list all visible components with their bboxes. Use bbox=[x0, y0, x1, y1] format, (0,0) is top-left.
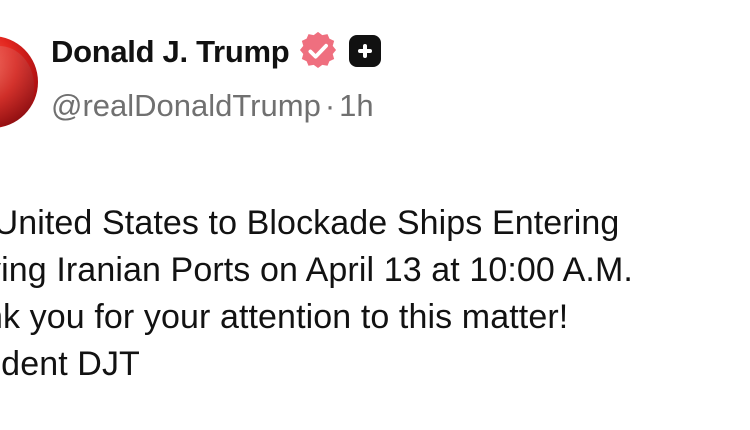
post-body-line: he United States to Blockade Ships Enter… bbox=[0, 204, 620, 242]
post-card: Donald J. Trump @realDonaldTrump · 1h he U… bbox=[0, 0, 750, 430]
post-body-line: resident DJT bbox=[0, 345, 140, 383]
plus-square-icon bbox=[349, 35, 382, 67]
post-body: he United States to Blockade Ships Enter… bbox=[0, 200, 750, 388]
post-meta: @realDonaldTrump · 1h bbox=[51, 90, 374, 121]
post-timestamp[interactable]: 1h bbox=[339, 88, 373, 123]
verified-badge-icon bbox=[300, 32, 337, 69]
author-header: Donald J. Trump bbox=[51, 28, 382, 74]
author-handle[interactable]: @realDonaldTrump bbox=[51, 88, 321, 123]
avatar[interactable] bbox=[0, 36, 38, 128]
meta-separator: · bbox=[324, 88, 336, 123]
post-body-line: hank you for your attention to this matt… bbox=[0, 298, 569, 336]
post-body-line: eaving Iranian Ports on April 13 at 10:0… bbox=[0, 251, 633, 289]
author-display-name[interactable]: Donald J. Trump bbox=[51, 36, 290, 67]
